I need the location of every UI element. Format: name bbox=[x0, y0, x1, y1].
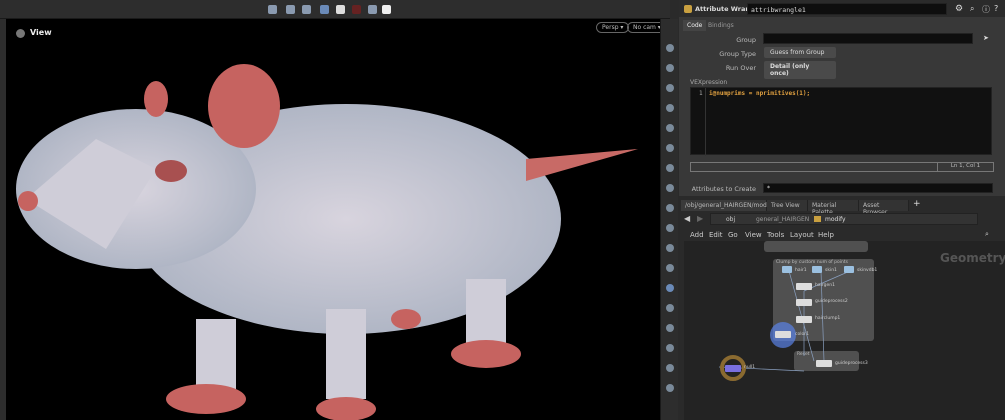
tab-material-palette[interactable]: Material Palette bbox=[808, 200, 859, 216]
3d-viewport[interactable] bbox=[6, 19, 660, 420]
status-bar: Ln 1, Col 1 bbox=[690, 162, 994, 172]
path-hairgen[interactable]: general_HAIRGEN bbox=[756, 216, 809, 223]
display-icon[interactable] bbox=[320, 5, 329, 14]
right-toolbar bbox=[660, 19, 678, 420]
tab-bindings[interactable]: Bindings bbox=[704, 20, 738, 31]
menu-add[interactable]: Add bbox=[690, 231, 704, 239]
menu-view[interactable]: View bbox=[745, 231, 762, 239]
wrangle-icon bbox=[684, 5, 692, 13]
gear-icon[interactable]: ⚙ bbox=[955, 4, 963, 14]
persp-menu[interactable]: Persp ▾ bbox=[596, 22, 630, 33]
tab-network[interactable]: /obj/general_HAIRGEN/modify bbox=[681, 200, 774, 211]
node-name-input[interactable]: attribwrangle1 bbox=[747, 3, 947, 15]
record-icon[interactable] bbox=[352, 5, 361, 14]
path-bar[interactable]: obj general_HAIRGEN modify bbox=[710, 213, 978, 225]
search-icon[interactable]: ⌕ bbox=[970, 4, 974, 14]
camera-icon[interactable] bbox=[382, 5, 391, 14]
tab-tree-view[interactable]: Tree View bbox=[767, 200, 808, 211]
help-icon[interactable]: ? bbox=[994, 4, 998, 13]
group-type-select[interactable]: Guess from Group bbox=[764, 47, 836, 58]
arrow-select-icon[interactable]: ➤ bbox=[983, 34, 989, 42]
geo-icon bbox=[814, 216, 821, 222]
snap-icon[interactable] bbox=[336, 5, 345, 14]
node-guideprocess3[interactable] bbox=[816, 360, 832, 367]
group-type-label: Group Type bbox=[719, 50, 756, 58]
handle-icon[interactable] bbox=[302, 5, 311, 14]
viewport-title: View bbox=[30, 28, 52, 37]
node-skin1[interactable] bbox=[812, 266, 822, 273]
menu-tools[interactable]: Tools bbox=[767, 231, 784, 239]
node-null1[interactable] bbox=[725, 365, 741, 372]
forward-icon[interactable]: ▶ bbox=[697, 214, 703, 223]
node-hairclump1[interactable] bbox=[796, 316, 812, 323]
group-label: Group bbox=[736, 36, 756, 44]
render-icon[interactable] bbox=[368, 5, 377, 14]
view-icon bbox=[16, 29, 25, 38]
cursor-position: Ln 1, Col 1 bbox=[937, 163, 993, 171]
node-hairgen1[interactable] bbox=[796, 283, 812, 290]
vex-code: i@numprims = nprimitives(1); bbox=[709, 90, 811, 97]
select-icon[interactable] bbox=[268, 5, 277, 14]
menu-layout[interactable]: Layout bbox=[790, 231, 814, 239]
viewport-toolbar bbox=[0, 0, 670, 19]
network-graph[interactable]: Geometry Clump by custom num of points R… bbox=[684, 241, 1005, 420]
back-icon[interactable]: ◀ bbox=[684, 214, 690, 223]
vex-label: VEXpression bbox=[690, 79, 728, 86]
menu-edit[interactable]: Edit bbox=[709, 231, 723, 239]
path-obj[interactable]: obj bbox=[726, 216, 735, 223]
tab-code[interactable]: Code bbox=[683, 20, 707, 31]
menu-help[interactable]: Help bbox=[818, 231, 834, 239]
zoom-icon[interactable]: ⌕ bbox=[985, 230, 989, 239]
path-modify[interactable]: modify bbox=[825, 216, 846, 223]
group-input[interactable] bbox=[763, 33, 973, 44]
menu-go[interactable]: Go bbox=[728, 231, 738, 239]
rat-model bbox=[16, 64, 638, 420]
info-icon[interactable]: ⓘ bbox=[982, 4, 990, 15]
node-guideprocess2[interactable] bbox=[796, 299, 812, 306]
add-tab-icon[interactable]: + bbox=[913, 199, 921, 209]
node-hair1[interactable] bbox=[782, 266, 792, 273]
run-over-label: Run Over bbox=[725, 64, 756, 72]
attr-create-input[interactable]: * bbox=[763, 183, 993, 193]
node-skinvdb1[interactable] bbox=[844, 266, 854, 273]
transform-icon[interactable] bbox=[286, 5, 295, 14]
run-over-select[interactable]: Detail (only once) bbox=[764, 61, 836, 79]
attr-create-label: Attributes to Create bbox=[691, 185, 756, 193]
tab-asset-browser[interactable]: Asset Browser bbox=[859, 200, 909, 216]
node-color1[interactable] bbox=[775, 331, 791, 338]
vex-editor[interactable]: 1 i@numprims = nprimitives(1); bbox=[690, 87, 992, 156]
